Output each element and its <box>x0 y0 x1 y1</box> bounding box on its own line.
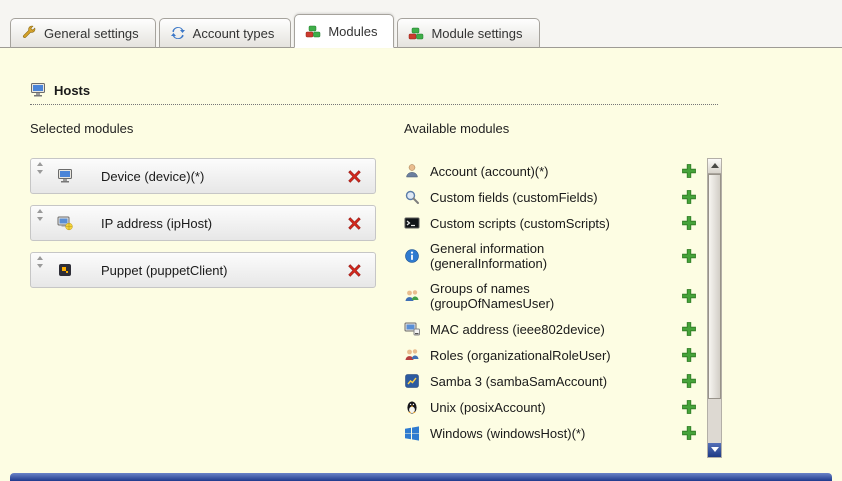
modules-settings-screen: General settings Account types Modules M… <box>0 0 842 481</box>
drag-handle-icon[interactable] <box>36 256 44 268</box>
tab-label: Account types <box>193 26 275 41</box>
puppet-icon <box>57 262 73 278</box>
ip-address-icon <box>57 215 73 231</box>
tab-bar-area: General settings Account types Modules M… <box>0 0 842 48</box>
available-modules-column: Available modules Account (account)(*) <box>404 121 722 458</box>
available-module-label: Account (account)(*) <box>430 164 636 179</box>
available-module-label: Custom fields (customFields) <box>430 190 636 205</box>
selected-module-label: Puppet (puppetClient) <box>101 263 227 278</box>
tab-label: General settings <box>44 26 139 41</box>
account-icon <box>404 163 420 179</box>
tab-account-types[interactable]: Account types <box>159 18 292 48</box>
section-title: Hosts <box>54 83 90 98</box>
available-module-groups-of-names: Groups of names (groupOfNamesUser) <box>404 276 707 316</box>
remove-x-icon[interactable] <box>346 168 363 185</box>
footer-bar <box>10 473 832 481</box>
roles-icon <box>404 347 420 363</box>
tab-bar: General settings Account types Modules M… <box>10 14 540 48</box>
scroll-down-button[interactable] <box>708 443 721 457</box>
section-heading: Hosts <box>30 82 718 105</box>
add-plus-icon[interactable] <box>681 163 697 179</box>
available-module-label: Roles (organizationalRoleUser) <box>430 348 636 363</box>
module-columns: Selected modules Device (device)(*) <box>30 121 842 458</box>
module-settings-icon <box>408 25 424 41</box>
available-module-label: Unix (posixAccount) <box>430 400 636 415</box>
available-module-mac-address: MAC address (ieee802device) <box>404 316 707 342</box>
add-plus-icon[interactable] <box>681 373 697 389</box>
custom-scripts-icon <box>404 215 420 231</box>
available-modules-heading: Available modules <box>404 121 722 136</box>
add-plus-icon[interactable] <box>681 425 697 441</box>
selected-module-label: Device (device)(*) <box>101 169 204 184</box>
selected-modules-column: Selected modules Device (device)(*) <box>30 121 376 458</box>
available-module-label: Custom scripts (customScripts) <box>430 216 636 231</box>
tab-general-settings[interactable]: General settings <box>10 18 156 48</box>
selected-modules-heading: Selected modules <box>30 121 376 136</box>
remove-x-icon[interactable] <box>346 262 363 279</box>
tab-label: Modules <box>328 24 377 39</box>
scrollbar[interactable] <box>707 158 722 458</box>
available-module-custom-fields: Custom fields (customFields) <box>404 184 707 210</box>
info-icon <box>404 248 420 264</box>
windows-icon <box>404 425 420 441</box>
available-modules-rows: Account (account)(*) Custom fields (cust… <box>404 158 707 458</box>
groups-icon <box>404 288 420 304</box>
account-types-icon <box>170 25 186 41</box>
add-plus-icon[interactable] <box>681 248 697 264</box>
arrow-down-icon <box>711 447 719 452</box>
add-plus-icon[interactable] <box>681 215 697 231</box>
selected-module-ip-address[interactable]: IP address (ipHost) <box>30 205 376 241</box>
add-plus-icon[interactable] <box>681 347 697 363</box>
available-module-unix: Unix (posixAccount) <box>404 394 707 420</box>
available-module-samba3: Samba 3 (sambaSamAccount) <box>404 368 707 394</box>
modules-panel: Hosts Selected modules Device (device)(*… <box>0 48 842 481</box>
selected-module-puppet[interactable]: Puppet (puppetClient) <box>30 252 376 288</box>
add-plus-icon[interactable] <box>681 321 697 337</box>
samba-icon <box>404 373 420 389</box>
available-module-label: Windows (windowsHost)(*) <box>430 426 636 441</box>
add-plus-icon[interactable] <box>681 189 697 205</box>
tab-modules[interactable]: Modules <box>294 14 394 48</box>
mac-address-icon <box>404 321 420 337</box>
modules-icon <box>305 23 321 39</box>
drag-handle-icon[interactable] <box>36 209 44 221</box>
scroll-thumb[interactable] <box>708 174 721 399</box>
remove-x-icon[interactable] <box>346 215 363 232</box>
available-module-custom-scripts: Custom scripts (customScripts) <box>404 210 707 236</box>
available-module-label: General information (generalInformation) <box>430 241 636 271</box>
drag-handle-icon[interactable] <box>36 162 44 174</box>
add-plus-icon[interactable] <box>681 288 697 304</box>
tab-module-settings[interactable]: Module settings <box>397 18 539 48</box>
hosts-icon <box>30 82 46 98</box>
available-module-general-information: General information (generalInformation) <box>404 236 707 276</box>
available-module-windows: Windows (windowsHost)(*) <box>404 420 707 446</box>
selected-module-device[interactable]: Device (device)(*) <box>30 158 376 194</box>
scroll-up-button[interactable] <box>708 159 721 174</box>
available-module-label: MAC address (ieee802device) <box>430 322 636 337</box>
available-module-label: Groups of names (groupOfNamesUser) <box>430 281 636 311</box>
wrench-icon <box>21 25 37 41</box>
tab-label: Module settings <box>431 26 522 41</box>
selected-module-label: IP address (ipHost) <box>101 216 212 231</box>
available-module-roles: Roles (organizationalRoleUser) <box>404 342 707 368</box>
custom-fields-icon <box>404 189 420 205</box>
add-plus-icon[interactable] <box>681 399 697 415</box>
available-modules-list: Account (account)(*) Custom fields (cust… <box>404 158 722 458</box>
device-icon <box>57 168 73 184</box>
unix-icon <box>404 399 420 415</box>
arrow-up-icon <box>711 163 719 168</box>
available-module-account: Account (account)(*) <box>404 158 707 184</box>
available-module-label: Samba 3 (sambaSamAccount) <box>430 374 636 389</box>
